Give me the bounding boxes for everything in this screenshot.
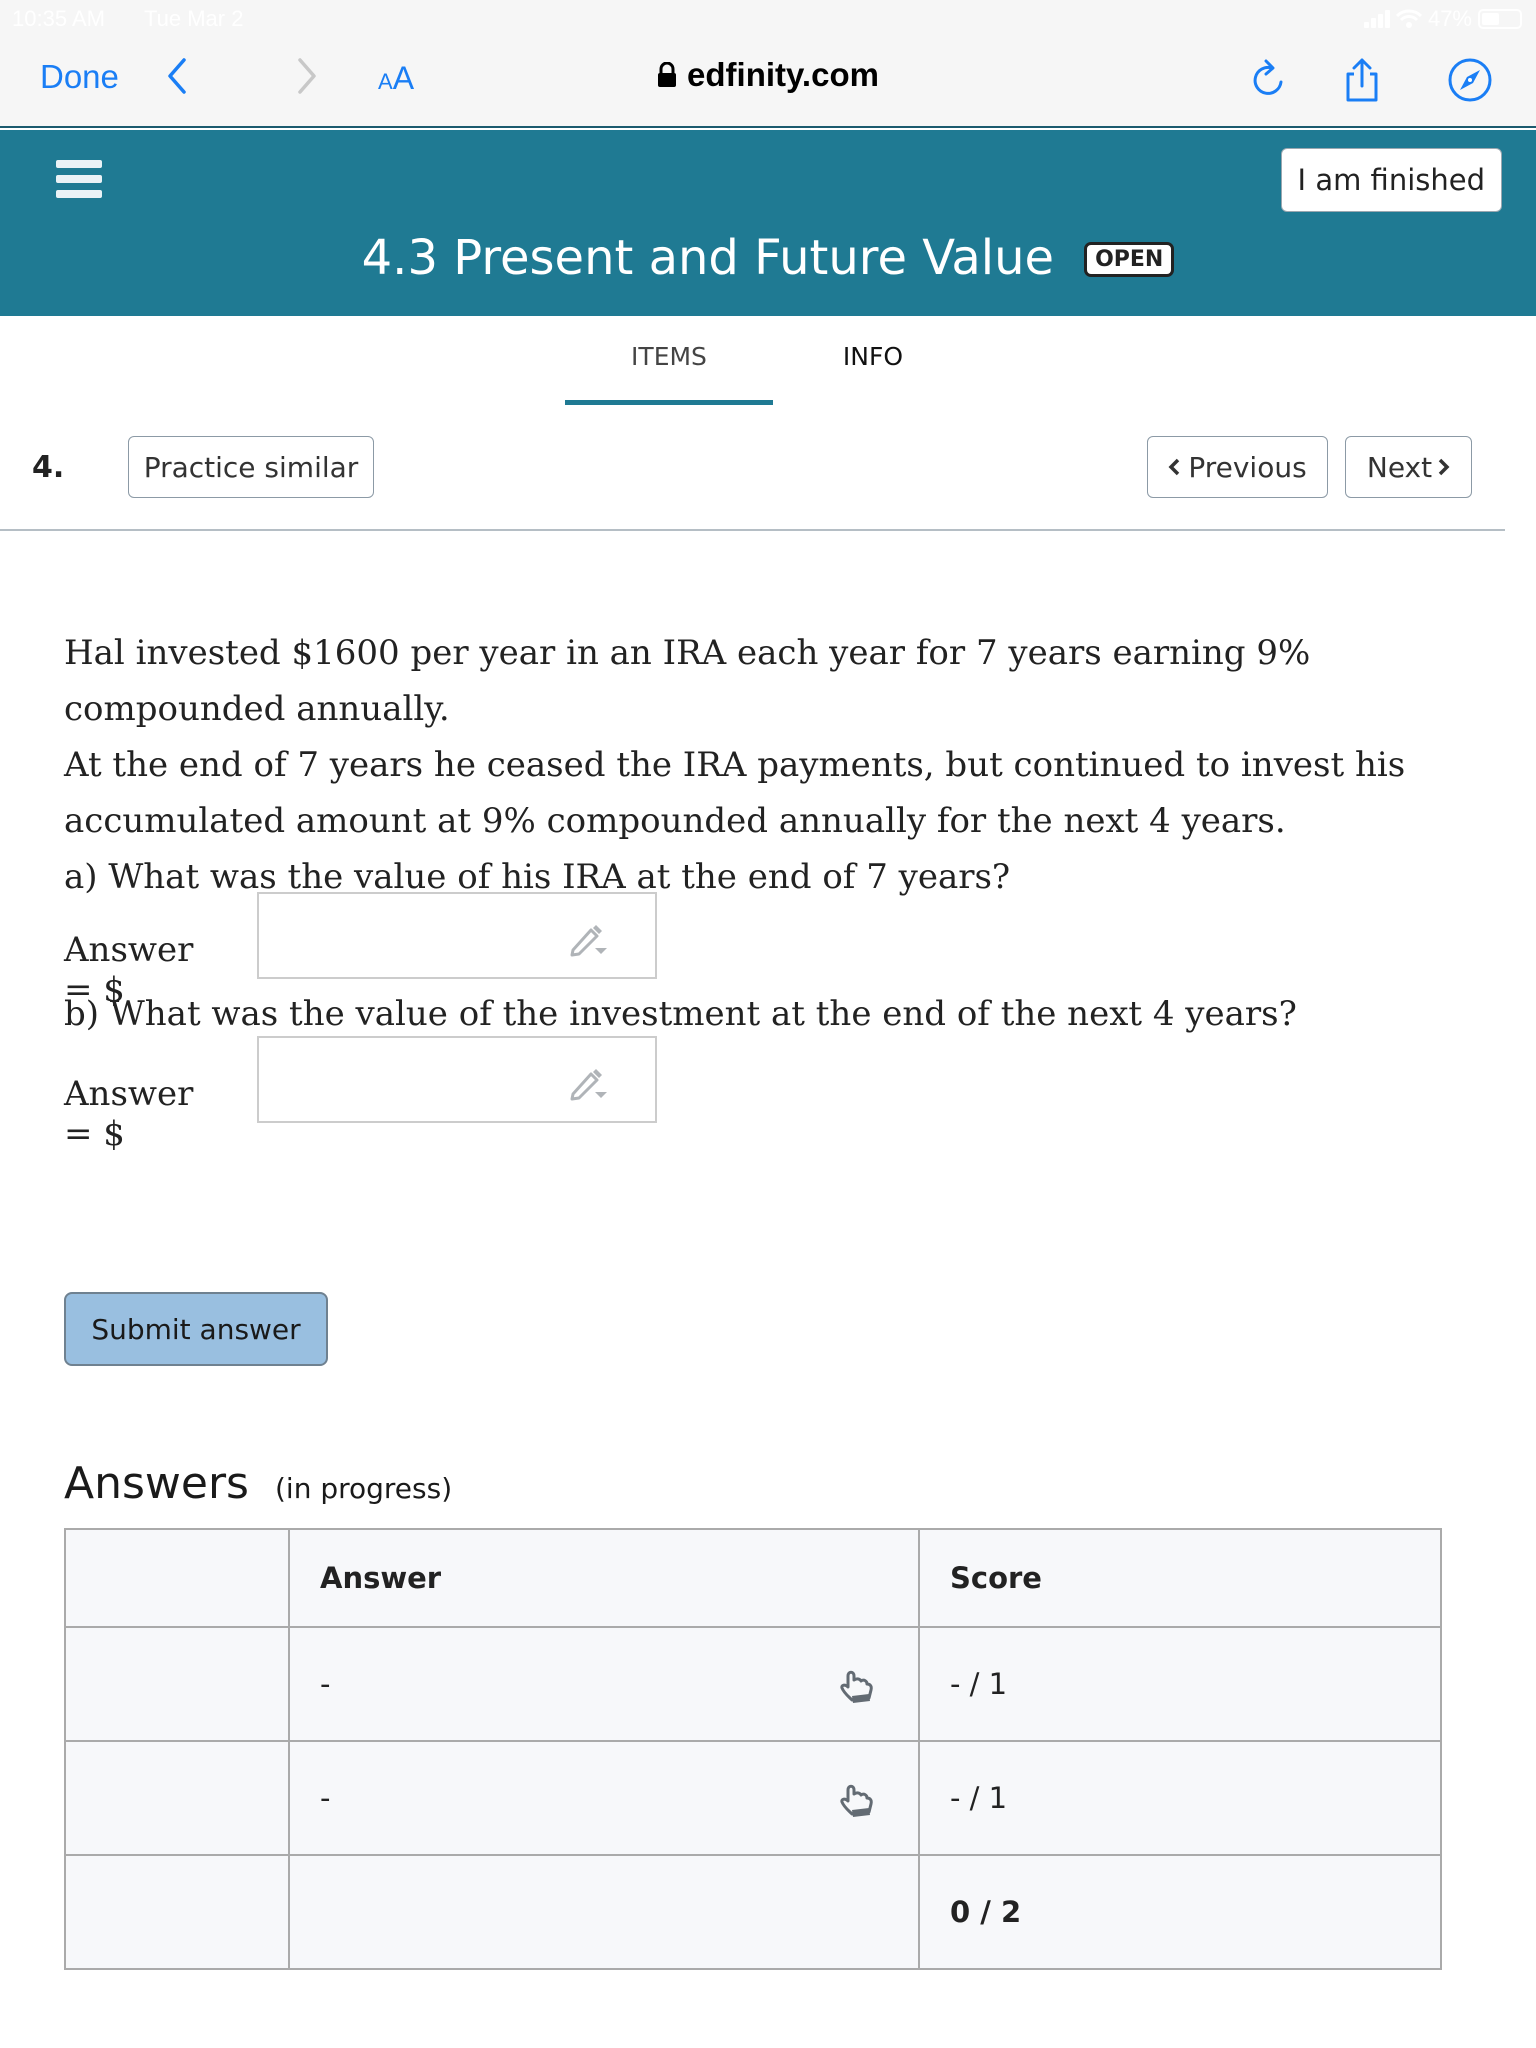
answers-status: (in progress) <box>274 1472 453 1505</box>
compass-icon[interactable] <box>1446 56 1494 104</box>
answers-heading: Answers (in progress) <box>64 1458 452 1509</box>
practice-similar-button[interactable]: Practice similar <box>128 436 374 498</box>
address-bar[interactable]: edfinity.com <box>0 56 1536 94</box>
tab-items[interactable]: ITEMS <box>564 342 774 371</box>
next-label: Next <box>1366 450 1433 484</box>
column-header-index <box>64 1528 290 1628</box>
question-number: 4. <box>32 450 65 485</box>
status-time: 10:35 AM <box>12 6 105 31</box>
battery-percent: 47% <box>1427 6 1472 31</box>
status-badge: OPEN <box>1084 242 1175 277</box>
back-chevron-icon[interactable] <box>162 54 192 98</box>
assignment-title: 4.3 Present and Future Value OPEN <box>0 230 1536 286</box>
reload-icon[interactable] <box>1244 56 1292 104</box>
app-header: I am finished 4.3 Present and Future Val… <box>0 130 1536 316</box>
previous-label: Previous <box>1188 450 1307 484</box>
column-header-answer: Answer <box>288 1528 920 1628</box>
problem-statement: Hal invested $1600 per year in an IRA ea… <box>64 625 1484 905</box>
divider <box>0 529 1505 531</box>
answer-b-input[interactable] <box>257 1036 657 1123</box>
tab-bar: ITEMS INFO <box>0 316 1536 406</box>
table-header-row: Answer Score <box>64 1528 1442 1628</box>
tab-info[interactable]: INFO <box>768 342 978 371</box>
next-button[interactable]: Next <box>1345 436 1472 498</box>
share-icon[interactable] <box>1338 56 1386 104</box>
active-tab-indicator <box>565 400 773 405</box>
chevron-right-icon <box>1438 458 1450 476</box>
score-value: - / 1 <box>918 1740 1442 1856</box>
cellular-signal-icon <box>1363 10 1390 28</box>
menu-hamburger-icon[interactable] <box>56 160 102 200</box>
pencil-dropdown-icon[interactable] <box>569 1066 611 1102</box>
previous-button[interactable]: Previous <box>1147 436 1328 498</box>
browser-toolbar: Done AA edfinity.com <box>0 40 1536 128</box>
answers-table: Answer Score - - / 1 - - / 1 0 / 2 <box>64 1528 1442 1970</box>
answers-title: Answers <box>64 1458 249 1509</box>
text-size-button[interactable]: AA <box>378 60 414 97</box>
total-score: 0 / 2 <box>918 1854 1442 1970</box>
pencil-dropdown-icon[interactable] <box>569 922 611 958</box>
battery-icon <box>1478 9 1522 29</box>
table-row: - - / 1 <box>64 1626 1442 1742</box>
status-date: Tue Mar 2 <box>144 6 244 31</box>
lock-icon <box>658 62 677 87</box>
answer-value: - <box>320 1667 331 1701</box>
problem-paragraph-2: At the end of 7 years he ceased the IRA … <box>64 745 1406 841</box>
submit-answer-button[interactable]: Submit answer <box>64 1292 328 1366</box>
table-total-row: 0 / 2 <box>64 1854 1442 1970</box>
problem-paragraph-1: Hal invested $1600 per year in an IRA ea… <box>64 633 1311 729</box>
url-text: edfinity.com <box>687 56 879 93</box>
table-row: - - / 1 <box>64 1740 1442 1856</box>
forward-chevron-icon <box>298 58 316 94</box>
chevron-left-icon <box>1168 458 1180 476</box>
answer-value: - <box>320 1781 331 1815</box>
i-am-finished-button[interactable]: I am finished <box>1280 148 1502 212</box>
page-title: 4.3 Present and Future Value <box>361 230 1055 286</box>
question-part-b: b) What was the value of the investment … <box>64 994 1297 1034</box>
column-header-score: Score <box>918 1528 1442 1628</box>
hand-pointer-icon[interactable] <box>838 1666 878 1706</box>
hand-pointer-icon[interactable] <box>838 1780 878 1820</box>
done-button[interactable]: Done <box>40 58 119 96</box>
score-value: - / 1 <box>918 1626 1442 1742</box>
status-bar: 10:35 AM Tue Mar 2 47% <box>0 0 1536 40</box>
wifi-icon <box>1395 9 1422 28</box>
status-indicators: 47% <box>1363 6 1522 32</box>
answer-a-input[interactable] <box>257 892 657 979</box>
answer-b-label: Answer = $ <box>64 1074 194 1154</box>
